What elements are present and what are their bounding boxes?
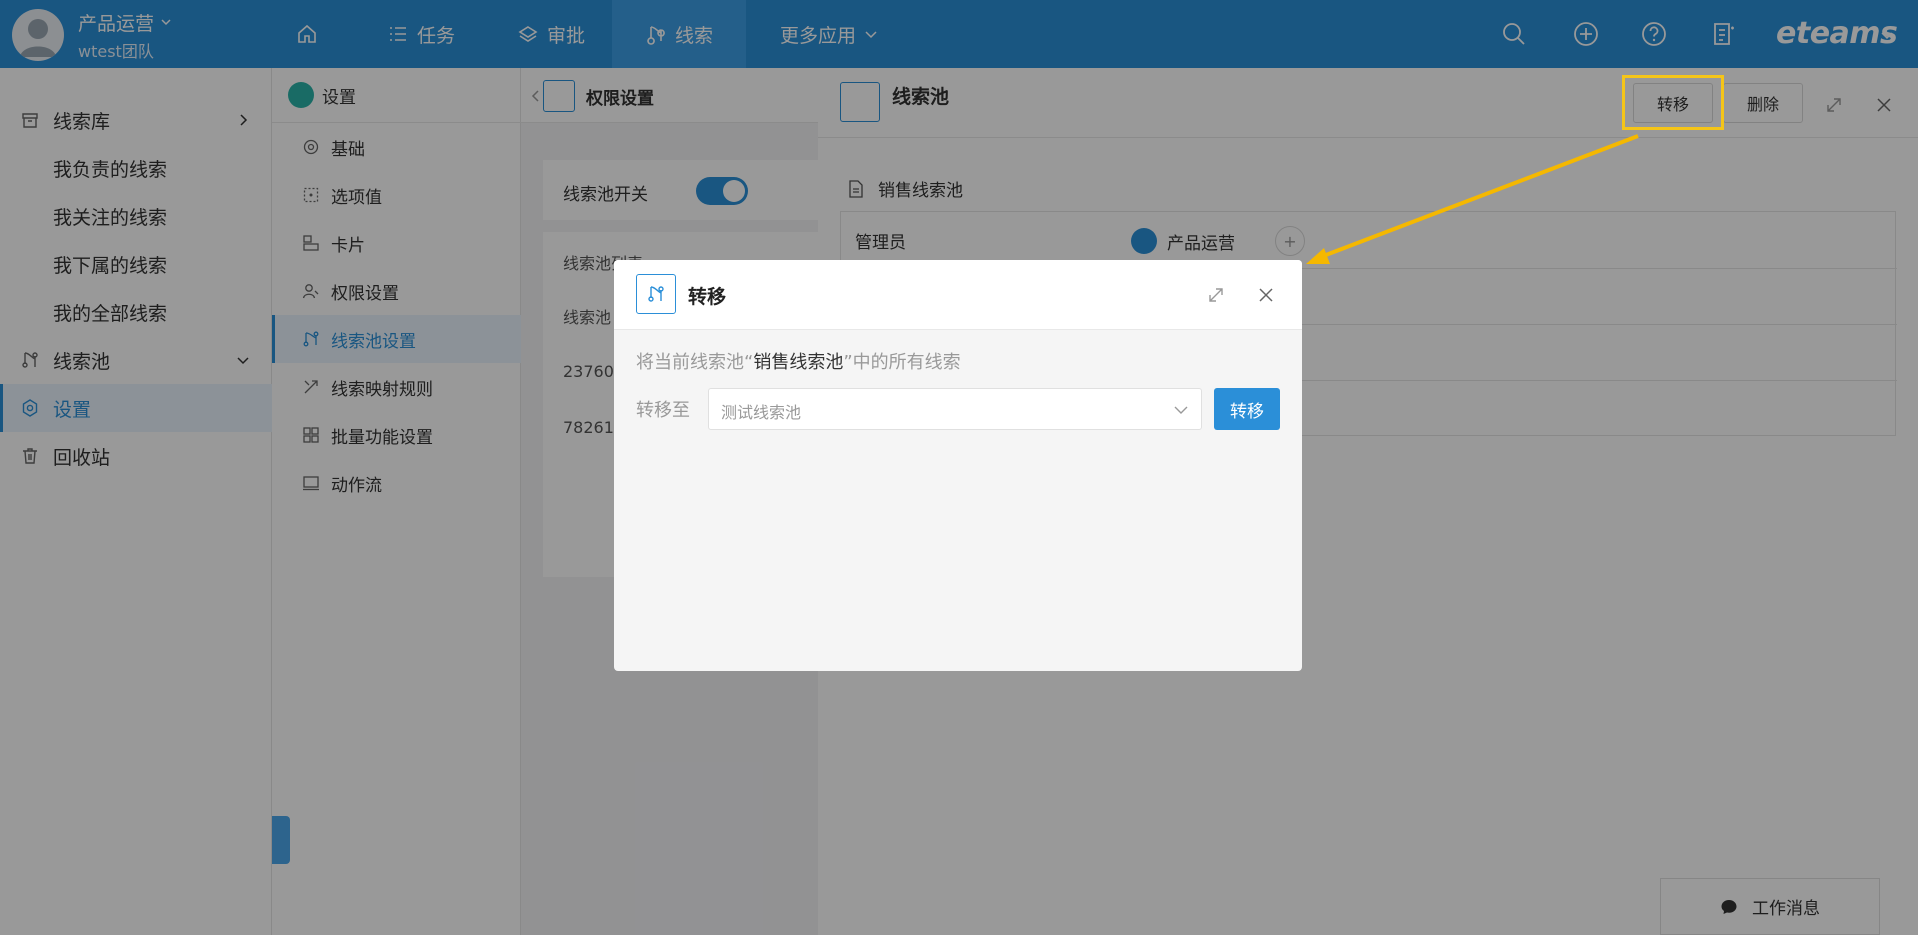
close-icon[interactable] bbox=[1256, 285, 1276, 305]
message-prefix: 将当前线索池“ bbox=[636, 352, 754, 373]
message-pool-name: 销售线索池 bbox=[753, 352, 844, 373]
chevron-down-icon bbox=[1174, 406, 1188, 414]
confirm-transfer-button[interactable]: 转移 bbox=[1214, 388, 1280, 430]
transfer-button-highlight bbox=[1622, 75, 1724, 130]
dialog-title: 转移 bbox=[688, 286, 727, 308]
message-suffix: ”中的所有线索 bbox=[843, 352, 961, 373]
dialog-body: 将当前线索池“销售线索池”中的所有线索 转移至 测试线索池 转移 bbox=[636, 348, 1280, 430]
expand-icon[interactable] bbox=[1206, 285, 1226, 305]
transfer-to-label: 转移至 bbox=[636, 400, 690, 421]
target-pool-select[interactable]: 测试线索池 bbox=[708, 388, 1202, 430]
clue-icon bbox=[648, 286, 664, 302]
clue-pool-app-icon bbox=[636, 274, 676, 314]
transfer-dialog: 转移 将当前线索池“销售线索池”中的所有线索 转移至 测试线索池 转移 bbox=[614, 260, 1302, 671]
transfer-message: 将当前线索池“销售线索池”中的所有线索 bbox=[636, 348, 1280, 374]
target-pool-value: 测试线索池 bbox=[721, 403, 802, 422]
dialog-header: 转移 bbox=[614, 260, 1302, 330]
transfer-form-row: 转移至 测试线索池 转移 bbox=[636, 388, 1280, 430]
